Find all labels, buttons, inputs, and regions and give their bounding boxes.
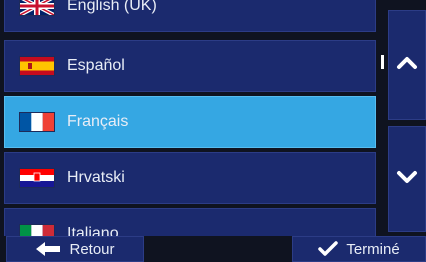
scrollbar-track[interactable]: [380, 0, 384, 236]
arrow-left-icon: [35, 241, 61, 257]
france-flag-icon: [19, 112, 55, 132]
done-button[interactable]: Terminé: [292, 236, 426, 262]
chevron-down-icon: [396, 166, 418, 193]
scroll-down-button[interactable]: [388, 126, 426, 232]
scrollbar-thumb[interactable]: [381, 55, 384, 69]
list-item-english-uk[interactable]: English (UK): [4, 0, 376, 32]
spain-flag-icon: [19, 56, 55, 76]
list-item-espanol[interactable]: Español: [4, 40, 376, 92]
italy-flag-icon: [19, 224, 55, 236]
language-label: English (UK): [67, 0, 157, 14]
back-button[interactable]: Retour: [6, 236, 144, 262]
list-item-francais[interactable]: Français: [4, 96, 376, 148]
language-label: Español: [67, 57, 125, 74]
list-item-hrvatski[interactable]: Hrvatski: [4, 152, 376, 204]
checkmark-icon: [318, 241, 339, 257]
language-label: Hrvatski: [67, 169, 125, 186]
uk-flag-icon: [19, 0, 55, 16]
chevron-up-icon: [396, 52, 418, 79]
back-label: Retour: [69, 240, 115, 258]
language-label: Italiano: [67, 225, 119, 236]
bottom-bar-spacer: [148, 236, 288, 262]
croatia-flag-icon: [19, 168, 55, 188]
done-label: Terminé: [346, 240, 400, 258]
scroll-up-button[interactable]: [388, 10, 426, 120]
language-list: English (UK) Español Français Hrvatski I…: [0, 0, 380, 236]
language-label: Français: [67, 113, 129, 130]
list-item-italiano[interactable]: Italiano: [4, 208, 376, 236]
